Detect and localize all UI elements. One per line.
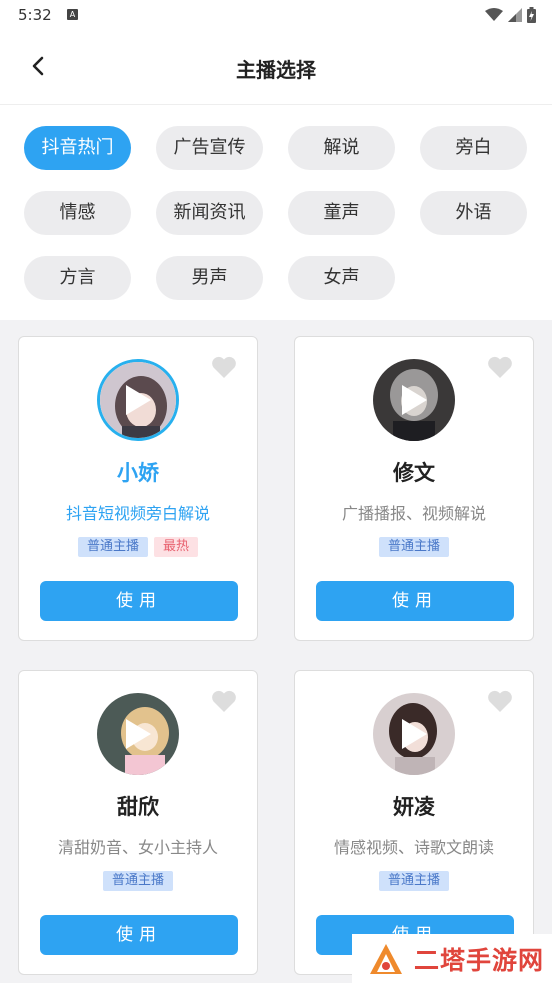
use-button[interactable]: 使用 (40, 915, 238, 955)
watermark-text: 二塔手游网 (414, 945, 545, 975)
anchor-desc: 抖音短视频旁白解说 (65, 504, 210, 523)
battery-icon (527, 7, 536, 23)
anchor-tags: 普通主播 最热 (19, 537, 257, 557)
category-chip-10[interactable]: 女声 (288, 256, 395, 300)
signal-icon (508, 8, 522, 22)
anchor-tags: 普通主播 (295, 537, 533, 557)
tag-hot: 最热 (154, 537, 199, 557)
heart-icon[interactable] (211, 689, 237, 713)
anchor-avatar[interactable] (373, 359, 455, 441)
tag-normal: 普通主播 (378, 871, 449, 891)
tag-normal: 普通主播 (77, 537, 148, 557)
anchor-card[interactable]: 小娇 抖音短视频旁白解说 普通主播 最热 使用 (18, 336, 258, 641)
system-icons (485, 7, 536, 23)
notification-icon: A (67, 9, 78, 20)
anchor-desc: 广播播报、视频解说 (341, 504, 486, 523)
status-time: 5:32 (18, 6, 52, 24)
anchor-name: 甜欣 (117, 795, 159, 819)
category-chip-6[interactable]: 童声 (288, 191, 395, 235)
anchor-avatar[interactable] (97, 693, 179, 775)
app-header: 主播选择 (0, 30, 552, 105)
play-icon[interactable] (97, 693, 179, 775)
play-icon[interactable] (373, 693, 455, 775)
status-bar: 5:32 A (0, 0, 552, 30)
anchor-desc: 情感视频、诗歌文朗读 (333, 838, 494, 857)
anchor-avatar[interactable] (373, 693, 455, 775)
wifi-icon (485, 8, 503, 21)
use-button[interactable]: 使用 (316, 581, 514, 621)
anchor-name: 小娇 (117, 461, 159, 485)
anchor-card[interactable]: 妍凌 情感视频、诗歌文朗读 普通主播 使用 (294, 670, 534, 975)
category-chip-2[interactable]: 解说 (288, 126, 395, 170)
anchor-card[interactable]: 甜欣 清甜奶音、女小主持人 普通主播 使用 (18, 670, 258, 975)
category-chip-9[interactable]: 男声 (156, 256, 263, 300)
heart-icon[interactable] (487, 689, 513, 713)
category-chip-5[interactable]: 新闻资讯 (156, 191, 263, 235)
anchor-desc: 清甜奶音、女小主持人 (57, 838, 218, 857)
category-chip-1[interactable]: 广告宣传 (156, 126, 263, 170)
category-chip-4[interactable]: 情感 (24, 191, 131, 235)
heart-icon[interactable] (487, 355, 513, 379)
category-filter: 抖音热门 广告宣传 解说 旁白 情感 新闻资讯 童声 外语 方言 男声 女声 (0, 105, 552, 320)
anchor-tags: 普通主播 (295, 871, 533, 891)
flame-logo-icon (370, 943, 402, 974)
play-icon[interactable] (373, 359, 455, 441)
play-icon[interactable] (100, 362, 176, 438)
use-button[interactable]: 使用 (40, 581, 238, 621)
anchor-name: 修文 (393, 461, 435, 485)
heart-icon[interactable] (211, 355, 237, 379)
category-chip-8[interactable]: 方言 (24, 256, 131, 300)
category-chip-0[interactable]: 抖音热门 (24, 126, 131, 170)
tag-normal: 普通主播 (378, 537, 449, 557)
watermark: 二塔手游网 (352, 934, 552, 983)
tag-normal: 普通主播 (102, 871, 173, 891)
category-chip-3[interactable]: 旁白 (420, 126, 527, 170)
anchor-tags: 普通主播 (19, 871, 257, 891)
anchor-name: 妍凌 (393, 795, 435, 819)
page-title: 主播选择 (236, 58, 316, 82)
anchor-card[interactable]: 修文 广播播报、视频解说 普通主播 使用 (294, 336, 534, 641)
category-chip-7[interactable]: 外语 (420, 191, 527, 235)
anchor-avatar[interactable] (97, 359, 179, 441)
